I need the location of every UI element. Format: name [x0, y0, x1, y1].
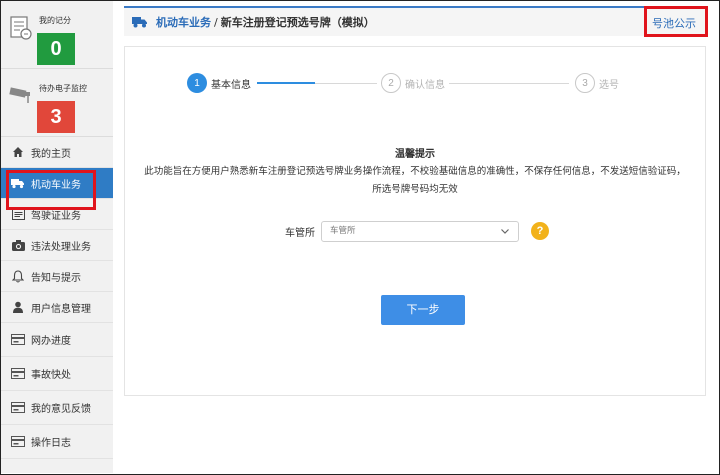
breadcrumb-vehicle-link[interactable]: 机动车业务	[156, 14, 211, 30]
sidebar-item-label: 我的主页	[31, 148, 71, 160]
monitor-panel: 待办电子监控 3	[1, 69, 113, 137]
log-card-icon	[11, 435, 25, 449]
chevron-down-icon	[501, 229, 509, 234]
step-label: 选号	[599, 79, 619, 91]
home-icon	[11, 145, 25, 159]
sidebar-item-label: 违法处理业务	[31, 241, 91, 253]
step-number: 2	[381, 73, 401, 93]
breadcrumb-header: 机动车业务 / 新车注册登记预选号牌（模拟） 号池公示	[124, 6, 706, 36]
help-icon[interactable]: ?	[531, 222, 549, 240]
step-confirm-info: 2 确认信息	[381, 73, 445, 93]
main-panel: 1 基本信息 2 确认信息 3 选号 温馨提示 此功能旨在方便用户熟悉新车注册登…	[124, 46, 706, 396]
sidebar-item-progress[interactable]: 网办进度	[1, 323, 113, 357]
bell-icon	[11, 269, 25, 283]
sidebar-item-label: 网办进度	[31, 336, 71, 347]
accident-card-icon	[11, 367, 25, 381]
vehicle-office-select[interactable]: 车管所	[321, 221, 519, 242]
page-title: 新车注册登记预选号牌（模拟）	[220, 16, 375, 29]
sidebar-item-violation[interactable]: 违法处理业务	[1, 230, 113, 261]
camera-icon	[11, 238, 25, 252]
next-step-button[interactable]: 下一步	[381, 295, 465, 325]
sidebar-item-label: 我的意见反馈	[31, 404, 91, 415]
sidebar-item-label: 事故快处	[31, 370, 71, 381]
step-number: 3	[575, 73, 595, 93]
sidebar-item-notice[interactable]: 告知与提示	[1, 261, 113, 292]
vehicle-office-label: 车管所	[285, 228, 315, 239]
tip-title: 温馨提示	[395, 149, 435, 160]
sidebar-item-log[interactable]: 操作日志	[1, 425, 113, 459]
sidebar-item-label: 告知与提示	[31, 272, 81, 284]
select-value: 车管所	[330, 226, 356, 236]
step-number: 1	[187, 73, 207, 93]
step-progress-line	[257, 82, 315, 84]
step-connector	[315, 83, 377, 84]
monitor-label: 待办电子监控	[39, 84, 87, 93]
sidebar-item-home[interactable]: 我的主页	[1, 137, 113, 168]
score-doc-icon	[10, 16, 32, 40]
camera-monitor-icon	[9, 87, 30, 103]
sidebar-item-feedback[interactable]: 我的意见反馈	[1, 391, 113, 425]
step-basic-info: 1 基本信息	[187, 73, 251, 93]
step-select-number: 3 选号	[575, 73, 619, 93]
active-item-arrow-icon	[106, 185, 112, 195]
score-badge[interactable]: 0	[37, 33, 75, 65]
highlight-box-vehicle	[6, 170, 96, 210]
step-connector	[449, 83, 569, 84]
step-label: 基本信息	[211, 79, 251, 91]
progress-card-icon	[11, 333, 25, 347]
feedback-card-icon	[11, 401, 25, 415]
truck-icon	[132, 13, 148, 32]
highlight-box-pool	[644, 6, 708, 37]
score-label: 我的记分	[39, 16, 71, 25]
user-icon	[11, 300, 25, 314]
sidebar: 我的记分 0 待办电子监控 3 我的主页 机动车业务 驾驶证业务 违法处理业务	[1, 1, 113, 473]
sidebar-item-label: 用户信息管理	[31, 303, 91, 315]
monitor-badge[interactable]: 3	[37, 101, 75, 133]
score-panel: 我的记分 0	[1, 1, 113, 69]
sidebar-item-label: 操作日志	[31, 438, 71, 449]
tip-body: 此功能旨在方便用户熟悉新车注册登记预选号牌业务操作流程，不校验基础信息的准确性，…	[144, 166, 686, 195]
sidebar-item-user-info[interactable]: 用户信息管理	[1, 292, 113, 323]
sidebar-item-accident[interactable]: 事故快处	[1, 357, 113, 391]
step-label: 确认信息	[405, 79, 445, 91]
breadcrumb-separator: /	[214, 15, 218, 29]
